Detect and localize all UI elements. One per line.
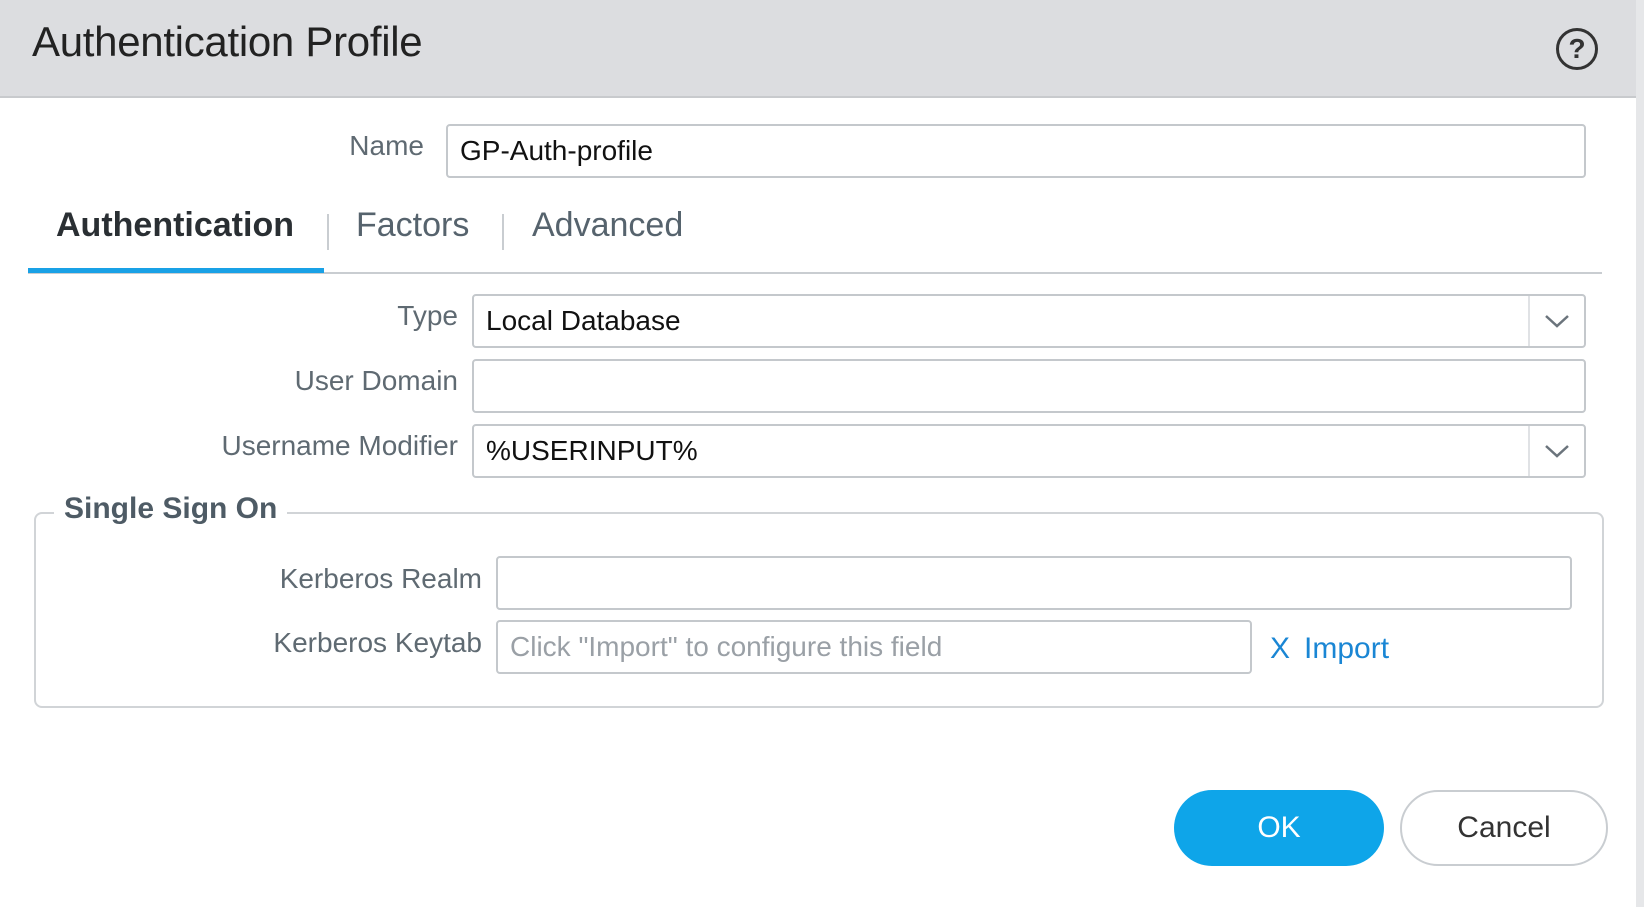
chevron-down-icon[interactable] — [1528, 296, 1584, 346]
import-link[interactable]: X Import — [1270, 632, 1389, 666]
tab-authentication[interactable]: Authentication — [56, 206, 294, 245]
dialog-right-edge — [1636, 0, 1644, 907]
ok-button[interactable]: OK — [1174, 790, 1384, 866]
single-sign-on-legend: Single Sign On — [54, 492, 288, 526]
dialog-titlebar: Authentication Profile ? — [0, 0, 1636, 98]
single-sign-on-group — [34, 512, 1604, 708]
username-modifier-label: Username Modifier — [221, 430, 458, 461]
user-domain-input[interactable] — [472, 359, 1586, 413]
tab-separator — [327, 214, 329, 250]
kerberos-realm-label: Kerberos Realm — [279, 563, 482, 594]
name-input[interactable]: GP-Auth-profile — [446, 124, 1586, 178]
username-modifier-value: %USERINPUT% — [486, 435, 698, 466]
kerberos-keytab-input[interactable]: Click "Import" to configure this field — [496, 620, 1252, 674]
type-select[interactable]: Local Database — [472, 294, 1586, 348]
username-modifier-select[interactable]: %USERINPUT% — [472, 424, 1586, 478]
active-tab-indicator — [28, 268, 324, 273]
kerberos-realm-input[interactable] — [496, 556, 1572, 610]
kerberos-keytab-label: Kerberos Keytab — [273, 627, 482, 658]
name-label: Name — [349, 130, 424, 161]
dialog-title: Authentication Profile — [32, 18, 423, 65]
type-label: Type — [397, 300, 458, 331]
cancel-button[interactable]: Cancel — [1400, 790, 1608, 866]
clear-icon[interactable]: X — [1270, 632, 1290, 666]
import-label[interactable]: Import — [1304, 632, 1389, 666]
tab-advanced[interactable]: Advanced — [532, 206, 683, 245]
tab-separator — [502, 214, 504, 250]
question-circle-icon[interactable]: ? — [1556, 28, 1598, 70]
type-select-value: Local Database — [486, 305, 681, 336]
user-domain-label: User Domain — [294, 365, 458, 396]
authentication-profile-dialog: Authentication Profile ? Name GP-Auth-pr… — [0, 0, 1644, 907]
chevron-down-icon[interactable] — [1528, 426, 1584, 476]
tab-factors[interactable]: Factors — [356, 206, 469, 245]
